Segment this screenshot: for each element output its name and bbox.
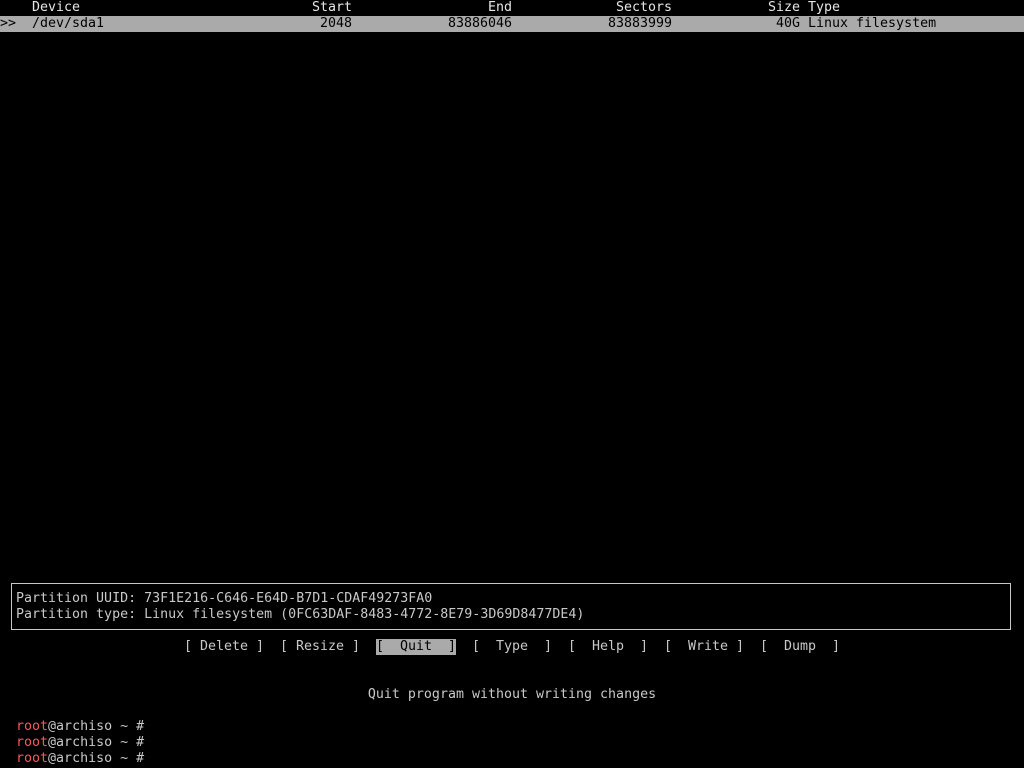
partition-row[interactable]: >> /dev/sda1 2048 83886046 83883999 40G … bbox=[0, 16, 1024, 32]
partition-uuid: Partition UUID: 73F1E216-C646-E64D-B7D1-… bbox=[16, 591, 433, 606]
header-size: Size bbox=[767, 0, 800, 15]
delete-button[interactable]: [ Delete ] bbox=[184, 639, 264, 655]
header-start: Start bbox=[311, 0, 352, 15]
partition-table-header: Device Start End Sectors Size Type bbox=[0, 0, 1024, 16]
write-button[interactable]: [ Write ] bbox=[664, 639, 744, 655]
dump-button[interactable]: [ Dump ] bbox=[760, 639, 840, 655]
row-type: Linux filesystem bbox=[808, 16, 937, 31]
row-size: 40G bbox=[775, 16, 800, 31]
resize-button[interactable]: [ Resize ] bbox=[280, 639, 360, 655]
row-selection-marker: >> bbox=[0, 16, 17, 31]
quit-button[interactable]: [ Quit ] bbox=[376, 639, 457, 655]
shell-prompt-line-current[interactable]: root@archiso ~ # bbox=[0, 751, 160, 768]
row-start: 2048 bbox=[319, 16, 352, 31]
partition-info-box: Partition UUID: 73F1E216-C646-E64D-B7D1-… bbox=[11, 583, 1011, 630]
header-sectors: Sectors bbox=[615, 0, 672, 15]
header-device: Device bbox=[32, 0, 81, 15]
row-device: /dev/sda1 bbox=[32, 16, 105, 31]
help-button[interactable]: [ Help ] bbox=[568, 639, 648, 655]
row-end: 83886046 bbox=[447, 16, 512, 31]
type-button[interactable]: [ Type ] bbox=[472, 639, 552, 655]
shell-prompt-line: root@archiso ~ # bbox=[0, 735, 144, 766]
header-end: End bbox=[487, 0, 512, 15]
partition-type-info: Partition type: Linux filesystem (0FC63D… bbox=[16, 607, 585, 622]
shell-prompt-line: root@archiso ~ # bbox=[0, 719, 144, 750]
header-type: Type bbox=[808, 0, 841, 15]
action-hint: Quit program without writing changes bbox=[367, 687, 657, 702]
shell-prompt-line: root@archiso ~ # bbox=[0, 703, 144, 734]
row-sectors: 83883999 bbox=[607, 16, 672, 31]
